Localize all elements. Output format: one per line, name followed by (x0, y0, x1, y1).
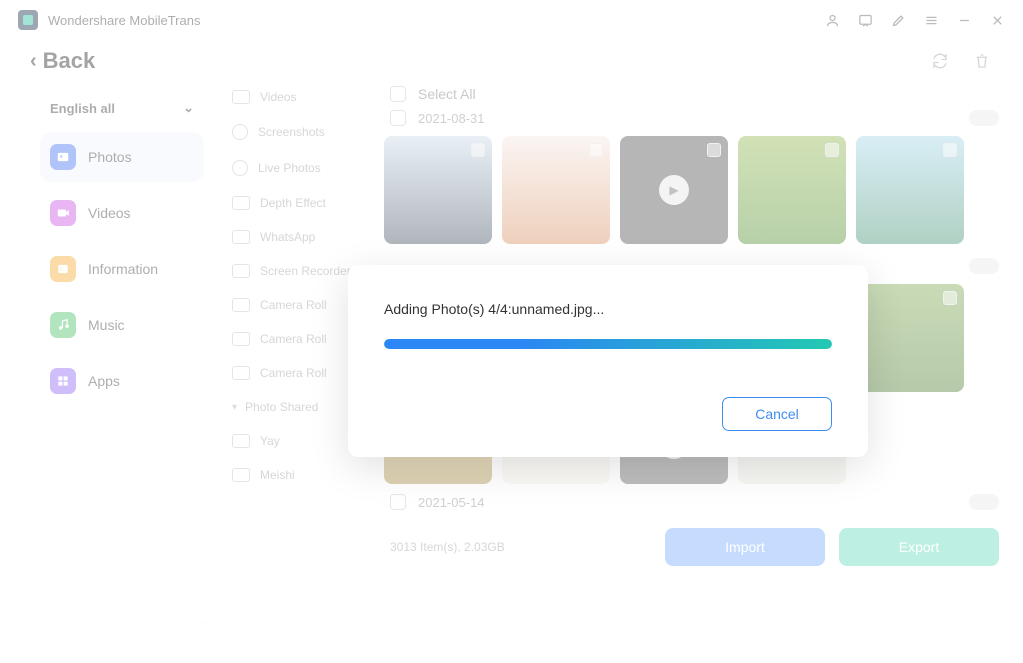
header-row: ‹ Back (0, 40, 1023, 82)
footer-item-count: 3013 Item(s), 2.03GB (390, 540, 651, 554)
minimize-icon[interactable] (957, 13, 972, 28)
app-logo-icon (18, 10, 38, 30)
language-filter[interactable]: English all ⌄ (40, 94, 204, 126)
date-group-checkbox[interactable] (390, 110, 406, 126)
folder-icon (232, 332, 250, 346)
chevron-down-icon: ⌄ (183, 100, 194, 116)
sidebar-item-label: Music (88, 317, 125, 333)
album-item[interactable]: Depth Effect (232, 196, 376, 210)
trash-icon[interactable] (973, 52, 991, 70)
filter-label: English all (50, 101, 115, 116)
close-icon[interactable] (990, 13, 1005, 28)
album-item[interactable]: Videos (232, 90, 376, 104)
photo-thumbnail[interactable] (384, 136, 492, 244)
sidebar-item-label: Apps (88, 373, 120, 389)
edit-icon[interactable] (891, 13, 906, 28)
account-icon[interactable] (825, 13, 840, 28)
thumb-checkbox[interactable] (471, 143, 485, 157)
date-group-label: 2021-05-14 (418, 495, 957, 510)
play-icon: ▶ (659, 175, 689, 205)
folder-icon (232, 196, 250, 210)
album-item[interactable]: WhatsApp (232, 230, 376, 244)
feedback-icon[interactable] (858, 13, 873, 28)
sidebar-item-label: Information (88, 261, 158, 277)
video-thumbnail[interactable]: ▶ (620, 136, 728, 244)
app-title: Wondershare MobileTrans (48, 13, 200, 28)
folder-icon (232, 230, 250, 244)
folder-icon (232, 124, 248, 140)
menu-icon[interactable] (924, 13, 939, 28)
chevron-left-icon: ‹ (30, 50, 37, 73)
titlebar: Wondershare MobileTrans (0, 0, 1023, 40)
videos-icon (50, 200, 76, 226)
progress-modal: Adding Photo(s) 4/4:unnamed.jpg... Cance… (348, 265, 868, 457)
sidebar-item-label: Photos (88, 149, 132, 165)
photo-thumbnail[interactable] (856, 284, 964, 392)
sidebar-item-label: Videos (88, 205, 131, 221)
apps-icon (50, 368, 76, 394)
album-item[interactable]: Live Photos (232, 160, 376, 176)
folder-icon (232, 298, 250, 312)
sidebar-item-photos[interactable]: Photos (40, 132, 204, 182)
sidebar-item-apps[interactable]: Apps (40, 356, 204, 406)
folder-icon (232, 434, 250, 448)
select-all-label: Select All (418, 86, 476, 102)
count-pill (969, 258, 999, 274)
select-all-checkbox[interactable] (390, 86, 406, 102)
photo-thumbnail[interactable] (502, 136, 610, 244)
progress-fill (384, 339, 832, 349)
caret-icon: ▾ (232, 402, 237, 413)
export-button[interactable]: Export (839, 528, 999, 566)
sidebar-item-music[interactable]: Music (40, 300, 204, 350)
thumb-checkbox[interactable] (589, 143, 603, 157)
sidebar-item-videos[interactable]: Videos (40, 188, 204, 238)
folder-icon (232, 264, 250, 278)
thumb-checkbox[interactable] (825, 143, 839, 157)
category-sidebar: English all ⌄ Photos Videos Information … (30, 82, 214, 623)
information-icon (50, 256, 76, 282)
photo-thumbnail[interactable] (856, 136, 964, 244)
cancel-button[interactable]: Cancel (722, 397, 832, 431)
folder-icon (232, 160, 248, 176)
count-pill (969, 110, 999, 126)
date-group-label: 2021-08-31 (418, 111, 957, 126)
refresh-icon[interactable] (931, 52, 949, 70)
folder-icon (232, 366, 250, 380)
count-pill (969, 494, 999, 510)
thumb-checkbox[interactable] (943, 143, 957, 157)
progress-message: Adding Photo(s) 4/4:unnamed.jpg... (384, 301, 832, 317)
music-icon (50, 312, 76, 338)
date-group-checkbox[interactable] (390, 494, 406, 510)
thumb-checkbox[interactable] (707, 143, 721, 157)
album-item[interactable]: Meishi (232, 468, 376, 482)
thumb-checkbox[interactable] (943, 291, 957, 305)
sidebar-item-information[interactable]: Information (40, 244, 204, 294)
photo-thumbnail[interactable] (738, 136, 846, 244)
album-item[interactable]: Screenshots (232, 124, 376, 140)
folder-icon (232, 90, 250, 104)
import-button[interactable]: Import (665, 528, 825, 566)
back-label: Back (43, 48, 96, 74)
photos-icon (50, 144, 76, 170)
progress-bar (384, 339, 832, 349)
folder-icon (232, 468, 250, 482)
back-button[interactable]: ‹ Back (30, 48, 95, 74)
